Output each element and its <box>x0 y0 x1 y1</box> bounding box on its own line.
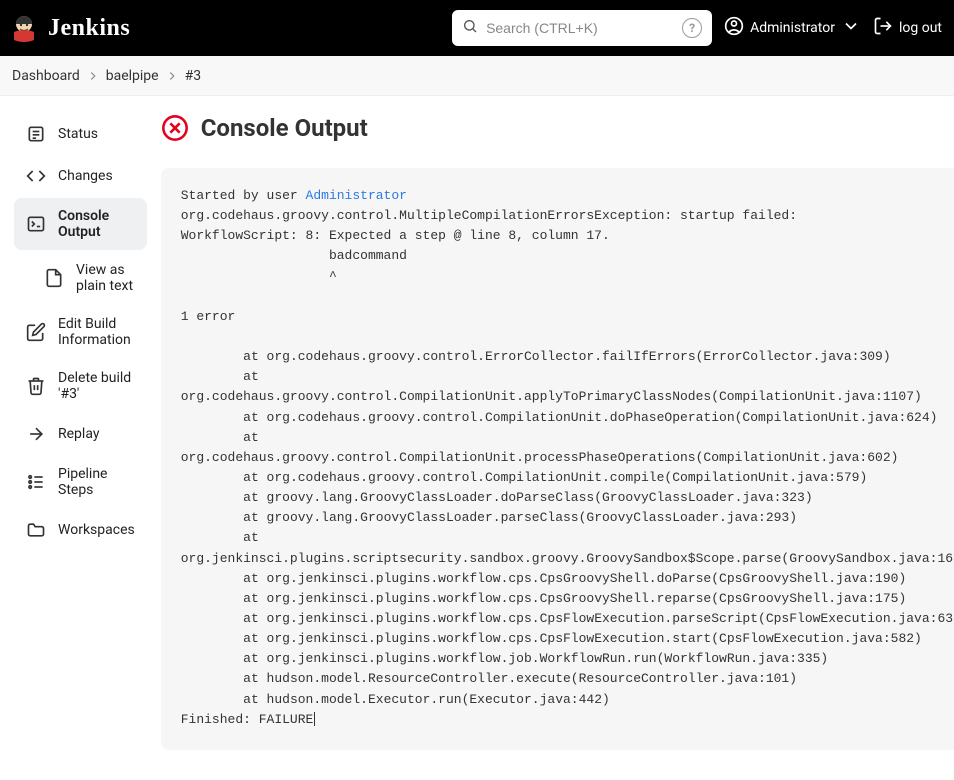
breadcrumb: Dashboard baelpipe #3 <box>0 56 954 96</box>
document-icon <box>44 268 64 288</box>
sidebar-item-label: Console Output <box>58 208 135 240</box>
user-menu[interactable]: Administrator <box>724 16 861 40</box>
sidebar-item-label: View as plain text <box>76 262 135 294</box>
failure-icon <box>161 114 189 142</box>
page-title: Console Output <box>201 114 368 142</box>
chevron-right-icon <box>165 69 179 83</box>
search-box[interactable]: ? <box>452 10 712 46</box>
chevron-down-icon <box>841 16 861 40</box>
chevron-right-icon <box>86 69 100 83</box>
sidebar: Status Changes Console Output View as pl… <box>0 96 155 780</box>
sidebar-item-label: Delete build '#3' <box>58 370 135 402</box>
brand[interactable]: Jenkins <box>8 12 130 44</box>
breadcrumb-item[interactable]: baelpipe <box>106 68 159 84</box>
sidebar-item-console-output[interactable]: Console Output <box>14 198 147 250</box>
sidebar-item-workspaces[interactable]: Workspaces <box>14 510 147 550</box>
logout-icon <box>873 16 893 40</box>
breadcrumb-item[interactable]: #3 <box>185 68 202 84</box>
folder-icon <box>26 520 46 540</box>
top-header: Jenkins ? Administrator log out <box>0 0 954 56</box>
sidebar-item-label: Replay <box>58 426 99 442</box>
user-label: Administrator <box>750 20 835 36</box>
sidebar-item-status[interactable]: Status <box>14 114 147 154</box>
search-icon <box>462 18 478 38</box>
user-icon <box>724 16 744 40</box>
console-body: org.codehaus.groovy.control.MultipleComp… <box>181 208 954 727</box>
replay-icon <box>26 424 46 444</box>
help-icon[interactable]: ? <box>682 18 702 38</box>
changes-icon <box>26 166 46 186</box>
status-icon <box>26 124 46 144</box>
sidebar-item-label: Changes <box>58 168 113 184</box>
main-layout: Status Changes Console Output View as pl… <box>0 96 954 780</box>
terminal-icon <box>26 214 46 234</box>
sidebar-item-label: Edit Build Information <box>58 316 135 348</box>
sidebar-item-label: Workspaces <box>58 522 135 538</box>
logout-label: log out <box>899 20 942 36</box>
sidebar-item-replay[interactable]: Replay <box>14 414 147 454</box>
sidebar-item-changes[interactable]: Changes <box>14 156 147 196</box>
breadcrumb-item[interactable]: Dashboard <box>12 68 80 84</box>
jenkins-logo-icon <box>8 12 40 44</box>
title-row: Console Output <box>161 114 954 142</box>
console-user-link[interactable]: Administrator <box>306 188 407 203</box>
text-cursor <box>314 712 315 726</box>
search-input[interactable] <box>486 20 674 36</box>
trash-icon <box>26 376 46 396</box>
sidebar-item-delete-build[interactable]: Delete build '#3' <box>14 360 147 412</box>
sidebar-item-pipeline-steps[interactable]: Pipeline Steps <box>14 456 147 508</box>
main-content: Console Output Started by user Administr… <box>155 96 954 780</box>
brand-name: Jenkins <box>48 15 130 42</box>
console-output[interactable]: Started by user Administrator org.codeha… <box>161 168 954 750</box>
sidebar-item-edit-build[interactable]: Edit Build Information <box>14 306 147 358</box>
logout-button[interactable]: log out <box>873 16 942 40</box>
sidebar-item-label: Status <box>58 126 98 142</box>
edit-icon <box>26 322 46 342</box>
sidebar-item-label: Pipeline Steps <box>58 466 135 498</box>
sidebar-item-view-plain-text[interactable]: View as plain text <box>14 252 147 304</box>
steps-icon <box>26 472 46 492</box>
console-prefix: Started by user <box>181 188 306 203</box>
